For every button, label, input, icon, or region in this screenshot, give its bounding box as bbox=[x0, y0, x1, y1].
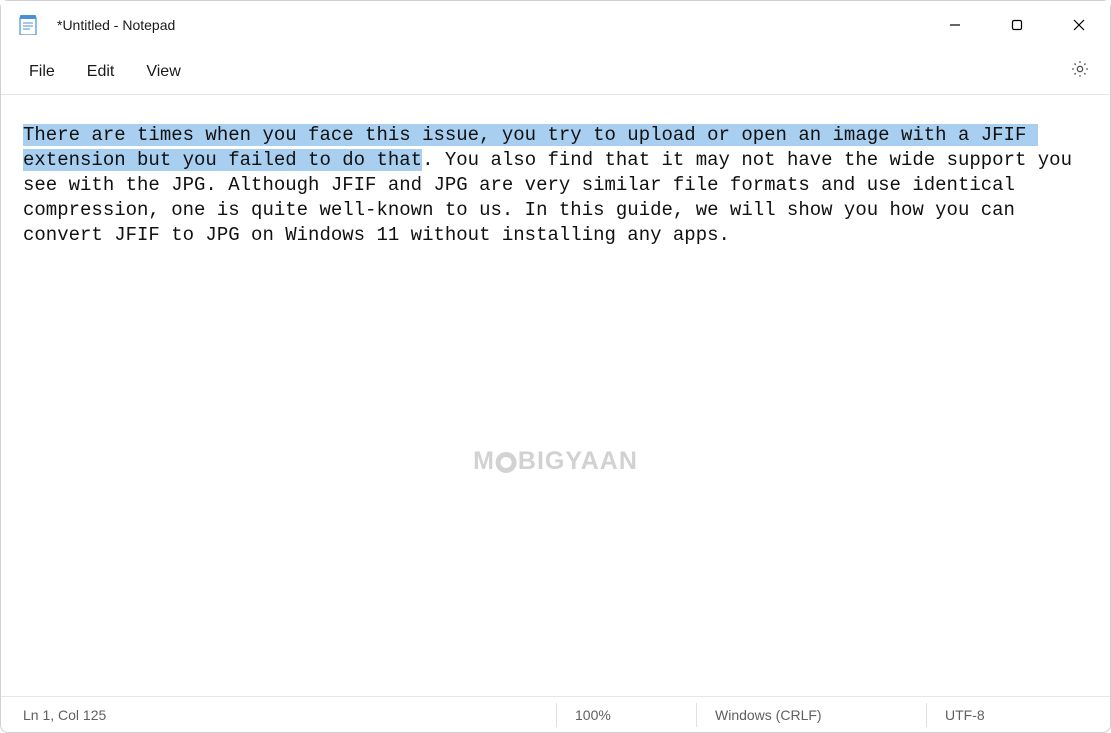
titlebar: *Untitled - Notepad bbox=[1, 1, 1110, 49]
watermark-ring-icon bbox=[496, 452, 517, 473]
menu-edit[interactable]: Edit bbox=[71, 55, 131, 89]
settings-button[interactable] bbox=[1062, 54, 1098, 90]
window-title: *Untitled - Notepad bbox=[57, 17, 175, 33]
gear-icon bbox=[1070, 59, 1090, 84]
status-cursor-position: Ln 1, Col 125 bbox=[5, 703, 556, 727]
menu-file[interactable]: File bbox=[13, 55, 71, 89]
menu-view[interactable]: View bbox=[130, 55, 196, 89]
status-encoding: UTF-8 bbox=[926, 703, 1106, 727]
notepad-app-icon bbox=[19, 15, 37, 35]
menubar: File Edit View bbox=[1, 49, 1110, 95]
maximize-button[interactable] bbox=[986, 1, 1048, 49]
minimize-button[interactable] bbox=[924, 1, 986, 49]
watermark: M BIGYAAN bbox=[473, 449, 638, 474]
close-button[interactable] bbox=[1048, 1, 1110, 49]
statusbar: Ln 1, Col 125 100% Windows (CRLF) UTF-8 bbox=[1, 696, 1110, 732]
status-line-ending: Windows (CRLF) bbox=[696, 703, 926, 727]
watermark-m: M bbox=[473, 449, 495, 474]
text-editor[interactable]: There are times when you face this issue… bbox=[1, 95, 1110, 696]
watermark-rest: BIGYAAN bbox=[518, 449, 638, 474]
status-zoom[interactable]: 100% bbox=[556, 703, 696, 727]
window-controls bbox=[924, 1, 1110, 49]
